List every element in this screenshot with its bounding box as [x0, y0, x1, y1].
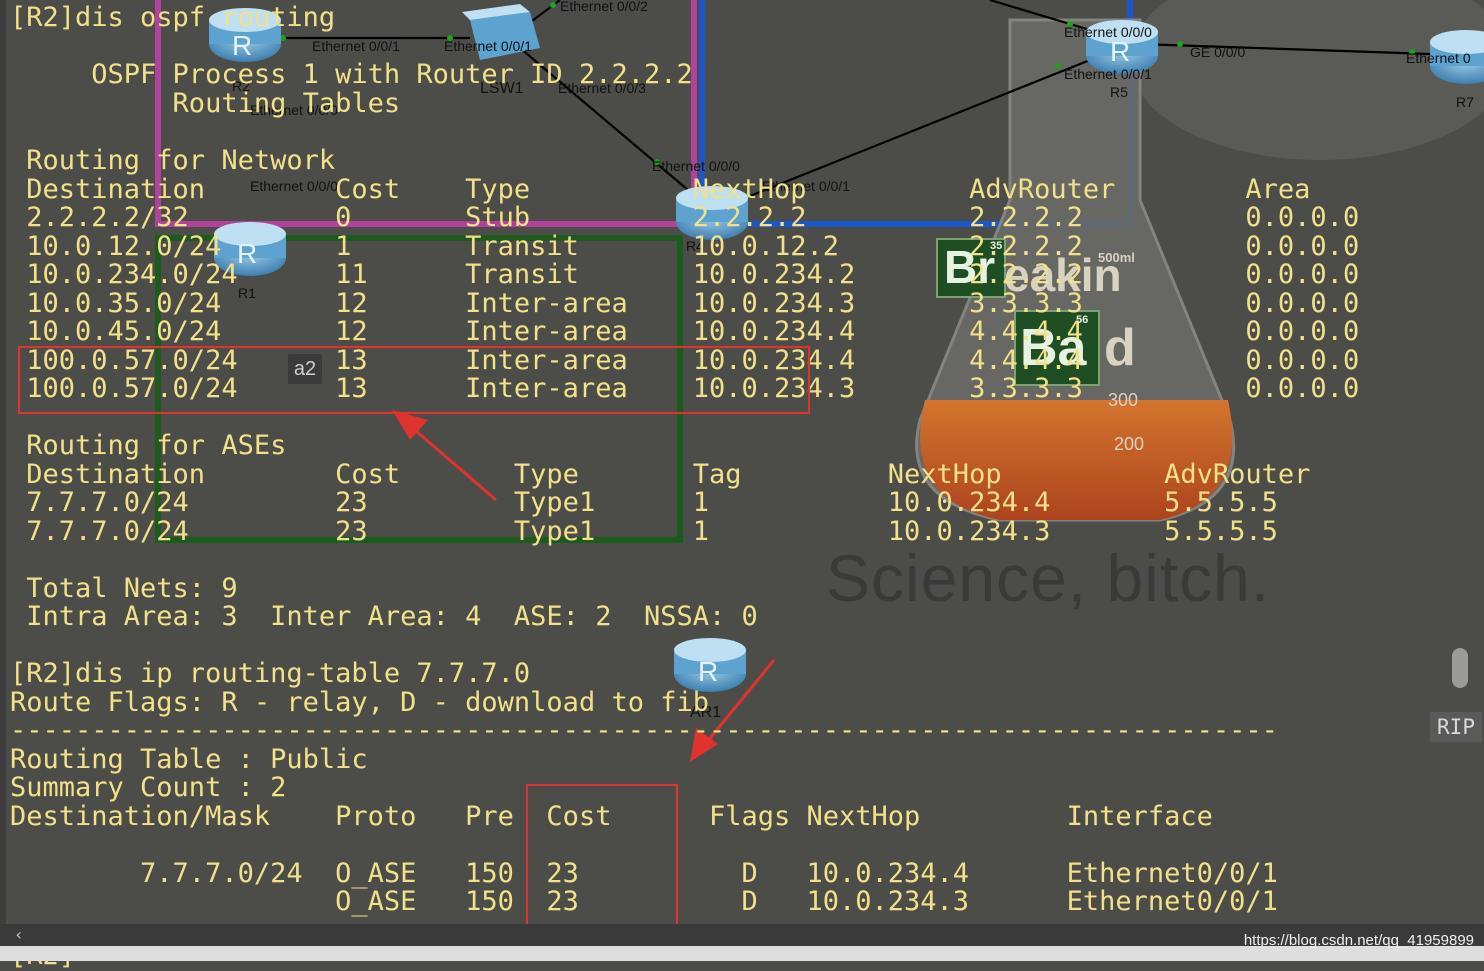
highlight-inter-area-routes: [18, 346, 810, 414]
routing-table-public: Routing Table : Public: [10, 744, 368, 775]
summary-count: Summary Count : 2: [10, 772, 287, 803]
annotation-tag-a2: a2: [288, 354, 322, 384]
ase-section-title: Routing for ASEs: [10, 430, 287, 461]
rip-button[interactable]: RIP: [1430, 712, 1482, 742]
network-row: 10.0.45.0/24 12 Inter-area 10.0.234.4 4.…: [10, 316, 1360, 347]
total-nets: Total Nets: 9: [10, 573, 238, 604]
area-counts: Intra Area: 3 Inter Area: 4 ASE: 2 NSSA:…: [10, 601, 758, 632]
routing-tables-line: Routing Tables: [10, 88, 401, 119]
separator-line: ----------------------------------------…: [10, 715, 1278, 746]
terminal-output[interactable]: [R2]dis ospf routing OSPF Process 1 with…: [0, 0, 1484, 969]
source-watermark: https://blog.csdn.net/qq_41959899: [1243, 932, 1474, 949]
scroll-left-icon[interactable]: ‹: [14, 924, 24, 946]
network-row: 10.0.234.0/24 11 Transit 10.0.234.2 2.2.…: [10, 259, 1360, 290]
cmd-dis-ip-routing-table: [R2]dis ip routing-table 7.7.7.0: [10, 658, 531, 689]
highlight-cost-column: [526, 784, 678, 938]
ase-row: 7.7.7.0/24 23 Type1 1 10.0.234.4 5.5.5.5: [10, 487, 1278, 518]
network-row: 10.0.12.0/24 1 Transit 10.0.12.2 2.2.2.2…: [10, 231, 1360, 262]
cmd-dis-ospf-routing: [R2]dis ospf routing: [10, 2, 336, 33]
ase-row: 7.7.7.0/24 23 Type1 1 10.0.234.3 5.5.5.5: [10, 516, 1278, 547]
network-row: 10.0.35.0/24 12 Inter-area 10.0.234.3 3.…: [10, 288, 1360, 319]
ospf-process-line: OSPF Process 1 with Router ID 2.2.2.2: [10, 59, 693, 90]
network-row: 2.2.2.2/32 0 Stub 2.2.2.2 2.2.2.2 0.0.0.…: [10, 202, 1360, 233]
scroll-knob[interactable]: [1452, 648, 1468, 688]
ase-table-header: Destination Cost Type Tag NextHop AdvRou…: [10, 459, 1311, 490]
route-flags: Route Flags: R - relay, D - download to …: [10, 687, 709, 718]
network-table-header: Destination Cost Type NextHop AdvRouter …: [10, 174, 1311, 205]
network-section-title: Routing for Network: [10, 145, 336, 176]
